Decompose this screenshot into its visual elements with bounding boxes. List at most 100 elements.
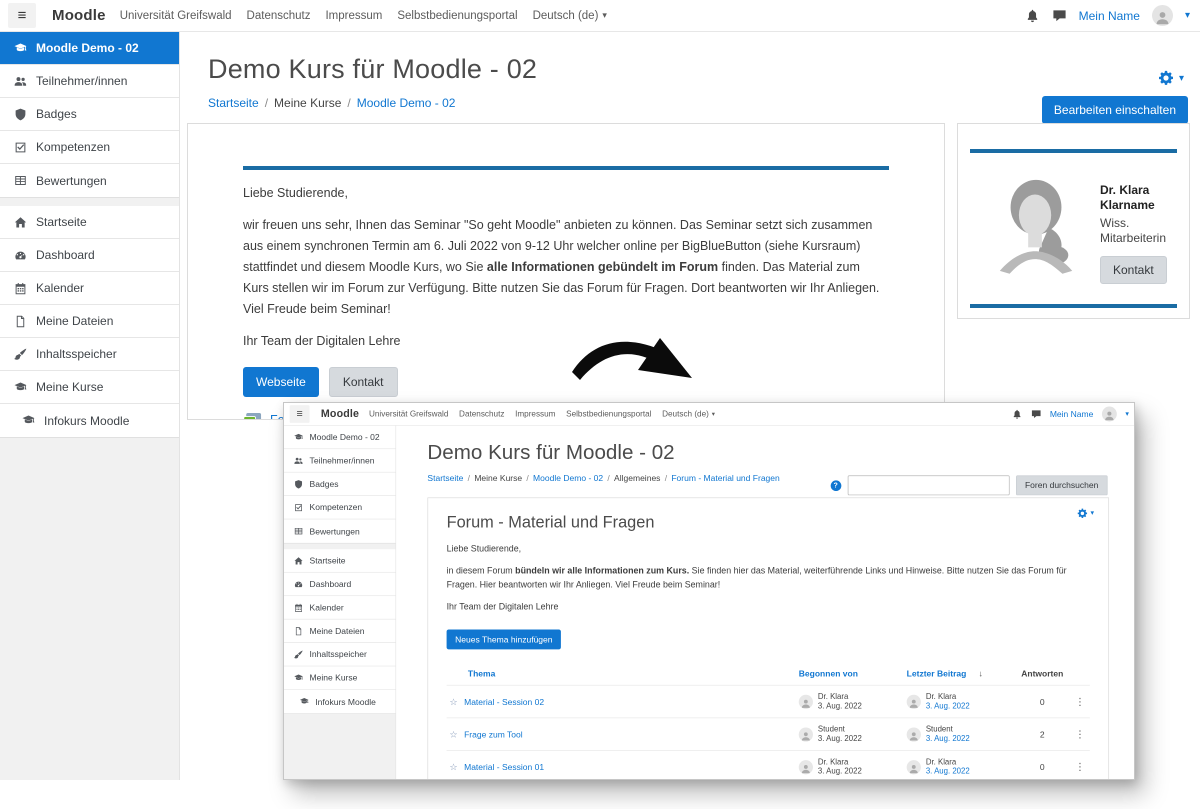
breadcrumb-moodle-demo[interactable]: Moodle Demo - 02 [357, 96, 456, 110]
started-date: 3. Aug. 2022 [818, 702, 862, 711]
column-header-letzter-beitrag[interactable]: Letzter Beitrag ↓ [907, 669, 1015, 679]
sidebar-item-inhaltsspeicher[interactable]: Inhaltsspeicher [0, 338, 179, 371]
sidebar-item-bewertungen[interactable]: Bewertungen [284, 519, 395, 542]
teacher-contact-button[interactable]: Kontakt [1100, 256, 1167, 284]
sidebar-item-bewertungen[interactable]: Bewertungen [0, 164, 179, 197]
row-menu-icon[interactable]: ⋮ [1075, 695, 1085, 706]
sidebar-course-group: Moodle Demo - 02 Teilnehmer/innen Badges… [0, 32, 179, 198]
sidebar-item-startseite[interactable]: Startseite [284, 549, 395, 572]
new-topic-button[interactable]: Neues Thema hinzufügen [447, 629, 561, 649]
column-header-antworten[interactable]: Antworten [1015, 669, 1070, 679]
sidebar-item-badges[interactable]: Badges [284, 473, 395, 496]
star-icon[interactable]: ☆ [449, 729, 457, 740]
last-post-date[interactable]: 3. Aug. 2022 [926, 734, 970, 743]
edit-mode-button[interactable]: Bearbeiten einschalten [1042, 96, 1188, 124]
nav-link-impressum[interactable]: Impressum [515, 410, 555, 419]
nav-link-selbstbedienungsportal[interactable]: Selbstbedienungsportal [397, 10, 517, 22]
forum-search-button[interactable]: Foren durchsuchen [1016, 475, 1108, 495]
star-icon[interactable]: ☆ [449, 696, 457, 707]
column-header-thema[interactable]: Thema [447, 669, 799, 679]
sidebar-item-kalender[interactable]: Kalender [284, 596, 395, 619]
topic-link[interactable]: Material - Session 01 [464, 762, 544, 772]
nav-link-selbstbedienungsportal[interactable]: Selbstbedienungsportal [566, 410, 651, 419]
sidebar-item-kompetenzen[interactable]: Kompetenzen [284, 496, 395, 519]
nav-link-impressum[interactable]: Impressum [325, 10, 382, 22]
row-menu-icon[interactable]: ⋮ [1075, 728, 1085, 739]
sidebar-item-meine-kurse[interactable]: Meine Kurse [284, 666, 395, 689]
language-menu[interactable]: Deutsch (de)▾ [662, 410, 715, 419]
sidebar-item-moodle-demo-02[interactable]: Moodle Demo - 02 [284, 426, 395, 449]
sidebar-item-inhaltsspeicher[interactable]: Inhaltsspeicher [284, 643, 395, 666]
avatar[interactable] [907, 727, 921, 741]
forum-settings-menu[interactable]: ▾ [1077, 508, 1094, 519]
hamburger-menu-button[interactable]: ≡ [8, 3, 36, 28]
nav-link-universitaet[interactable]: Universität Greifswald [369, 410, 448, 419]
app-navbar: ≡ Moodle Universität Greifswald Datensch… [0, 0, 1200, 32]
started-by-name[interactable]: Dr. Klara [818, 758, 862, 767]
forum-topics-table: Thema Begonnen von Letzter Beitrag ↓ Ant… [447, 662, 1090, 780]
sidebar-item-dashboard[interactable]: Dashboard [284, 573, 395, 596]
sidebar-item-teilnehmer[interactable]: Teilnehmer/innen [0, 65, 179, 98]
started-by-name[interactable]: Dr. Klara [818, 692, 862, 701]
topic-link[interactable]: Material - Session 02 [464, 697, 544, 707]
avatar[interactable] [1102, 407, 1117, 422]
avatar[interactable] [907, 694, 921, 708]
chat-icon[interactable] [1031, 409, 1042, 420]
sidebar-item-infokurs-moodle[interactable]: Infokurs Moodle [0, 404, 179, 437]
last-post-name[interactable]: Dr. Klara [926, 758, 970, 767]
avatar[interactable] [799, 694, 813, 708]
sidebar-item-kompetenzen[interactable]: Kompetenzen [0, 131, 179, 164]
help-icon[interactable]: ? [830, 480, 841, 491]
last-post-date[interactable]: 3. Aug. 2022 [926, 767, 970, 776]
sidebar-item-meine-kurse[interactable]: Meine Kurse [0, 371, 179, 404]
user-name[interactable]: Mein Name [1050, 409, 1094, 419]
row-menu-icon[interactable]: ⋮ [1075, 760, 1085, 771]
website-button[interactable]: Webseite [243, 367, 319, 397]
sidebar-item-infokurs-moodle[interactable]: Infokurs Moodle [284, 690, 395, 713]
page-header: Demo Kurs für Moodle - 02 Startseite / M… [180, 32, 1200, 110]
language-menu[interactable]: Deutsch (de)▾ [533, 10, 607, 22]
sidebar-item-meine-dateien[interactable]: Meine Dateien [284, 620, 395, 643]
sidebar-item-startseite[interactable]: Startseite [0, 206, 179, 239]
sidebar-item-kalender[interactable]: Kalender [0, 272, 179, 305]
started-by-name[interactable]: Student [818, 725, 862, 734]
contact-button[interactable]: Kontakt [329, 367, 398, 397]
chat-icon[interactable] [1052, 8, 1067, 23]
breadcrumb-forum[interactable]: Forum - Material und Fragen [671, 473, 779, 483]
breadcrumb-startseite[interactable]: Startseite [427, 473, 463, 483]
user-menu-caret-icon[interactable]: ▾ [1185, 10, 1190, 21]
avatar[interactable] [799, 727, 813, 741]
course-settings-menu[interactable]: ▾ [1158, 70, 1184, 86]
user-name[interactable]: Mein Name [1079, 9, 1140, 23]
avatar[interactable] [799, 760, 813, 774]
last-post-name[interactable]: Dr. Klara [926, 692, 970, 701]
forum-search-input[interactable] [847, 475, 1009, 495]
nav-link-datenschutz[interactable]: Datenschutz [459, 410, 504, 419]
avatar[interactable] [907, 760, 921, 774]
dashboard-icon [294, 579, 303, 588]
star-icon[interactable]: ☆ [449, 761, 457, 772]
calendar-icon [294, 603, 303, 612]
sidebar-item-dashboard[interactable]: Dashboard [0, 239, 179, 272]
user-menu-caret-icon[interactable]: ▾ [1125, 410, 1129, 418]
topic-link[interactable]: Frage zum Tool [464, 729, 523, 739]
breadcrumb-startseite[interactable]: Startseite [208, 96, 259, 110]
nav-link-datenschutz[interactable]: Datenschutz [247, 10, 311, 22]
avatar[interactable] [1152, 5, 1173, 26]
hamburger-menu-button[interactable]: ≡ [290, 405, 310, 423]
sidebar-item-moodle-demo-02[interactable]: Moodle Demo - 02 [0, 32, 179, 65]
bell-icon[interactable] [1011, 409, 1022, 420]
nav-link-universitaet[interactable]: Universität Greifswald [120, 10, 232, 22]
sidebar-item-teilnehmer[interactable]: Teilnehmer/innen [284, 449, 395, 472]
last-post-name[interactable]: Student [926, 725, 970, 734]
sidebar-item-meine-dateien[interactable]: Meine Dateien [0, 305, 179, 338]
last-post-date[interactable]: 3. Aug. 2022 [926, 702, 970, 711]
breadcrumb-moodle-demo[interactable]: Moodle Demo - 02 [533, 473, 603, 483]
navbar-user-area: Mein Name ▾ [1025, 5, 1190, 26]
users-icon [14, 75, 27, 88]
graduation-cap-icon [22, 414, 35, 427]
bell-icon[interactable] [1025, 8, 1040, 23]
sidebar-item-badges[interactable]: Badges [0, 98, 179, 131]
sidebar-site-group: Startseite Dashboard Kalender Meine Date… [284, 549, 395, 714]
column-header-begonnen-von[interactable]: Begonnen von [799, 669, 907, 679]
